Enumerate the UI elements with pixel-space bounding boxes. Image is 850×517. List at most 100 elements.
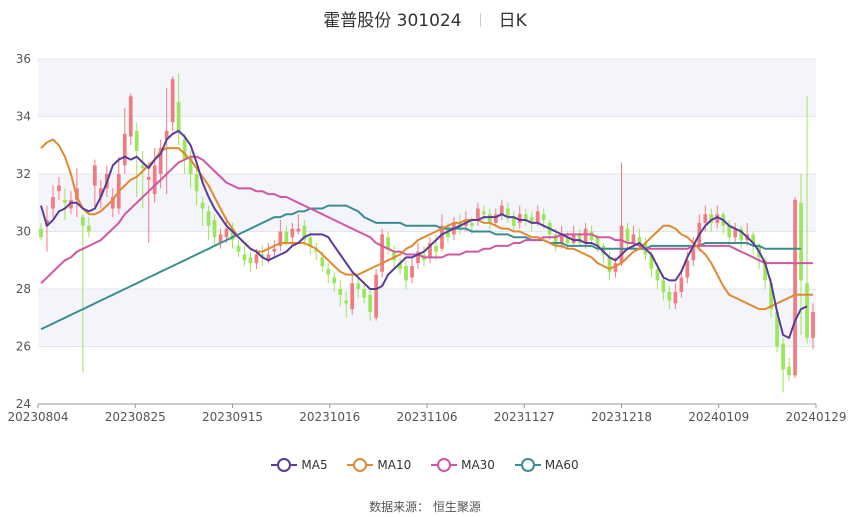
x-tick-label: 20231016 [299,410,360,424]
candle-body [236,245,241,252]
candle-body [404,266,408,281]
candle-body [248,257,253,264]
candle-body [356,283,361,289]
x-tick-label: 20240129 [785,410,846,424]
candle-body [386,237,390,249]
candle-body [51,197,55,209]
candle-body [679,277,684,292]
kline-chart: 24 26 28 30 32 34 36 20230804 20230825 20230915 20… [7,52,846,424]
candle-body [583,228,588,243]
candle-body [781,343,785,370]
candle-body [170,79,175,123]
candle-body [811,312,815,338]
y-tick-label: 28 [16,282,31,296]
legend-ma5[interactable]: MA5 [271,458,328,472]
candle-body [81,217,85,226]
candle-body [338,289,343,295]
candle-body [140,165,145,169]
legend-ma10-marker [347,458,374,472]
candle-body [290,228,295,238]
candle-body [541,214,546,220]
y-tick-label: 26 [16,340,31,354]
candle-body [481,211,486,215]
source-label: 数据来源： [369,500,430,514]
candle-body [92,165,97,186]
source-name: 恒生聚源 [432,500,481,514]
legend-ma10[interactable]: MA10 [347,458,411,472]
candle-body [499,205,504,215]
candle-body [625,228,630,243]
legend-ma60-marker [514,458,541,472]
candle-body [362,289,367,298]
candle-body [284,231,289,243]
candle-body [374,274,378,318]
candle-body [212,220,217,238]
candle-body [152,165,157,195]
y-tick-label: 34 [16,110,31,124]
candle-body [487,214,492,223]
candle-body [410,266,414,278]
legend-ma30-label: MA30 [461,458,495,472]
x-tick-label: 20231127 [494,410,555,424]
candle-body [344,300,349,304]
candle-body [787,366,791,376]
y-tick-label: 36 [16,52,31,66]
legend-ma10-label: MA10 [377,458,412,472]
candle-body [350,283,355,310]
legend-ma5-marker [271,458,298,472]
x-tick-label: 20230825 [105,410,166,424]
candle-body [619,225,624,264]
candle-body [63,199,67,203]
candle-body [200,202,205,209]
y-tick-label: 32 [16,167,31,181]
candle-body [182,139,187,160]
candle-body [703,214,708,223]
candle-body [667,291,672,301]
x-tick-label: 20231106 [396,410,457,424]
candle-body [631,234,636,243]
candle-body [57,185,61,192]
candle-body [793,199,797,376]
legend-ma30[interactable]: MA30 [431,458,495,472]
candle-body [87,225,91,232]
candle-body [380,234,384,272]
candle-body [296,228,301,232]
y-tick-label: 30 [16,225,31,239]
candle-body [368,294,373,312]
candle-body [254,254,259,264]
candle-body [673,291,678,304]
x-tick-label: 20230915 [202,410,263,424]
candle-body [434,245,438,252]
candle-body [206,211,211,226]
legend-ma60[interactable]: MA60 [514,458,579,472]
candle-body [470,222,474,226]
x-tick-label: 20240109 [688,410,749,424]
candle-body [799,202,803,281]
candle-body [661,280,666,292]
legend-ma60-label: MA60 [544,458,579,472]
candle-body [128,96,133,137]
candle-body [224,228,229,238]
legend-ma5-label: MA5 [301,458,328,472]
candle-body [39,228,43,238]
grid-band [38,346,816,404]
x-tick-label: 20231218 [591,410,652,424]
y-tick-label: 24 [16,397,31,411]
grid-band [38,59,816,117]
legend-ma30-marker [431,458,458,472]
candle-body [122,133,127,166]
data-source: 数据来源： 恒生聚源 [0,498,850,515]
x-tick-label: 20230804 [7,410,68,424]
candle-body [535,211,540,223]
legend: MA5 MA10 MA30 MA60 [0,458,850,475]
candle-body [272,248,277,252]
candle-body [320,257,325,266]
candle-body [176,102,181,131]
grid-band [38,289,816,347]
candle-body [805,283,809,338]
candle-body [146,176,151,180]
candle-body [242,254,247,261]
candle-body [332,277,337,284]
candle-body [134,130,139,151]
candle-body [194,174,199,192]
